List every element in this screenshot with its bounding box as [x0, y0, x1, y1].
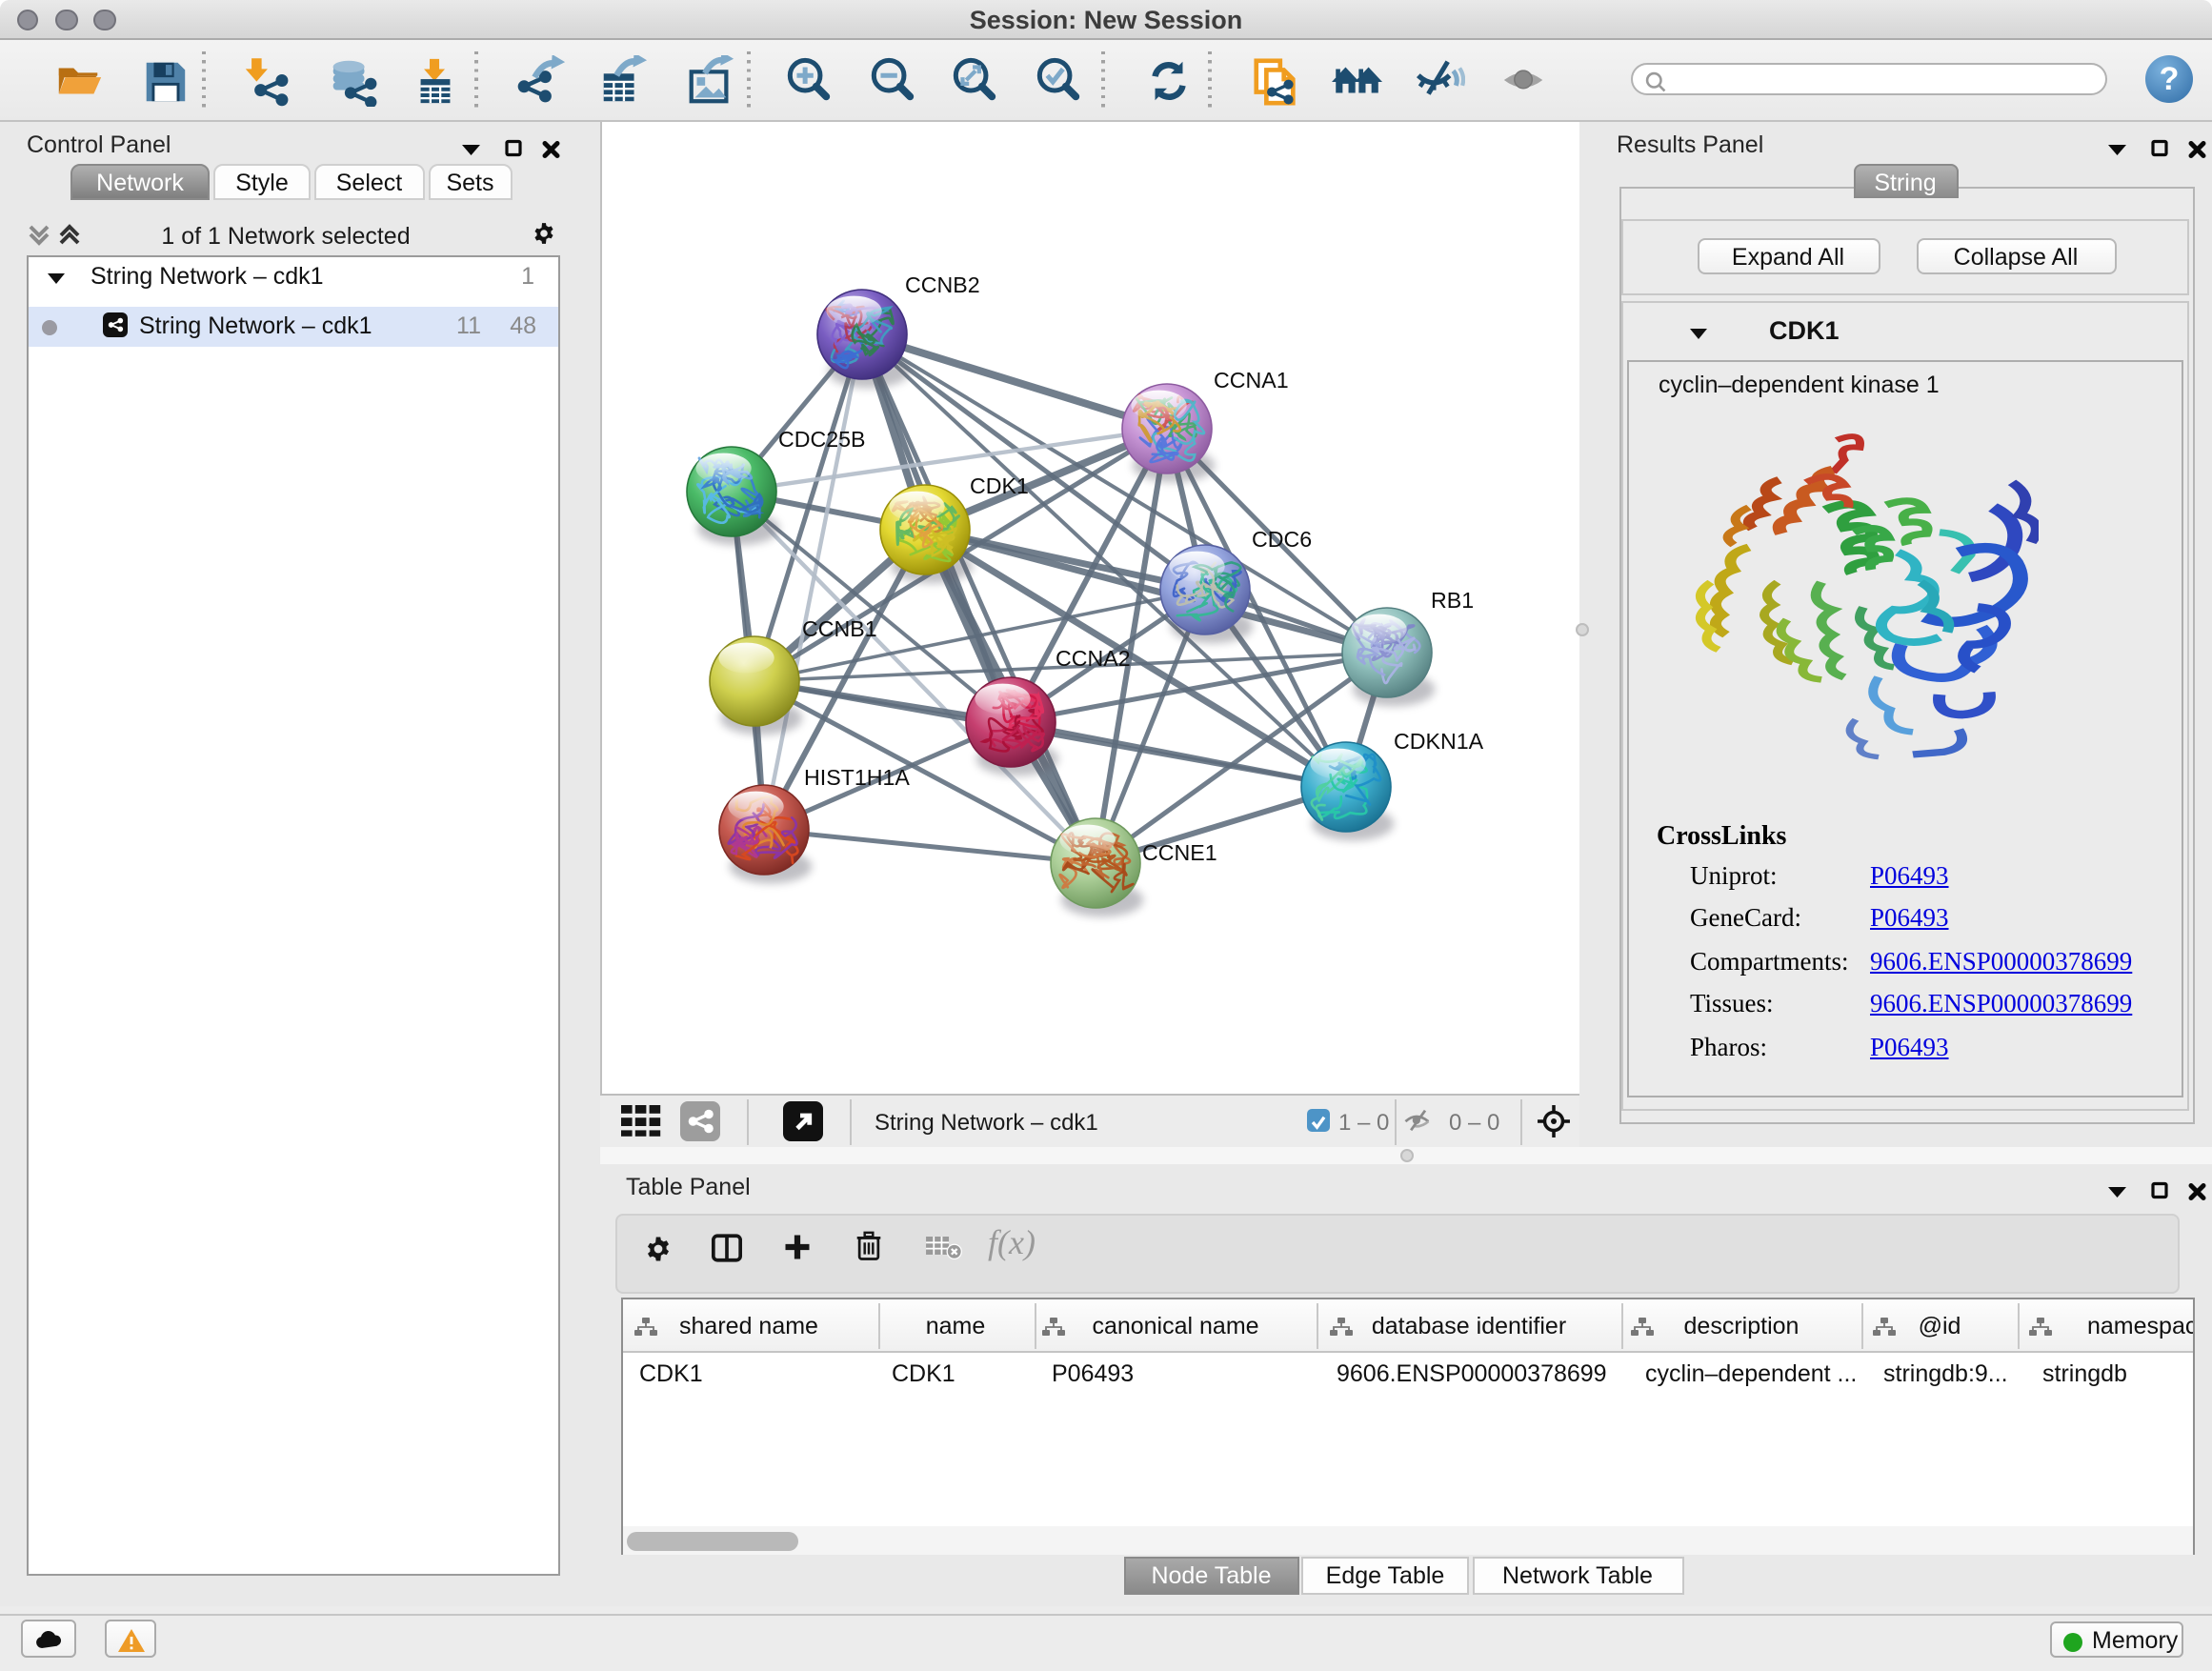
svg-text:CCNA2: CCNA2: [1055, 646, 1130, 671]
svg-text:RB1: RB1: [1430, 588, 1473, 613]
svg-text:CCNA1: CCNA1: [1213, 368, 1288, 393]
svg-text:CDC25B: CDC25B: [777, 427, 865, 452]
svg-text:CCNE1: CCNE1: [1141, 840, 1217, 865]
svg-text:CDK1: CDK1: [969, 473, 1028, 498]
svg-text:CDKN1A: CDKN1A: [1393, 729, 1483, 754]
svg-text:CDC6: CDC6: [1251, 527, 1311, 552]
svg-text:CCNB1: CCNB1: [801, 616, 876, 641]
svg-text:HIST1H1A: HIST1H1A: [803, 765, 909, 790]
svg-text:CCNB2: CCNB2: [904, 272, 979, 297]
